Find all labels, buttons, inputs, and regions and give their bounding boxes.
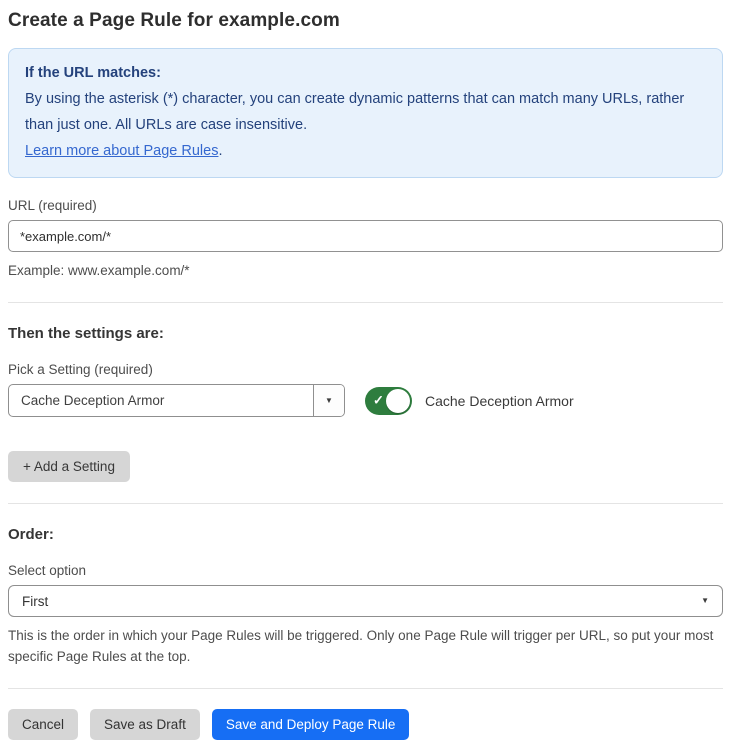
order-select-label: Select option	[8, 563, 723, 578]
url-example-helper: Example: www.example.com/*	[8, 260, 723, 281]
setting-select-arrow-button[interactable]: ▼	[313, 385, 344, 416]
setting-select-value: Cache Deception Armor	[9, 385, 313, 416]
chevron-down-icon: ▼	[701, 597, 709, 605]
info-box-heading: If the URL matches:	[25, 60, 706, 86]
setting-toggle-label: Cache Deception Armor	[425, 393, 574, 409]
divider	[8, 302, 723, 303]
save-and-deploy-button[interactable]: Save and Deploy Page Rule	[212, 709, 410, 740]
pick-setting-label: Pick a Setting (required)	[8, 362, 723, 377]
url-match-info-box: If the URL matches: By using the asteris…	[8, 48, 723, 178]
info-box-body: By using the asterisk (*) character, you…	[25, 86, 706, 164]
divider	[8, 503, 723, 504]
settings-section-heading: Then the settings are:	[8, 325, 723, 342]
setting-select[interactable]: Cache Deception Armor ▼	[8, 384, 345, 417]
order-select[interactable]: First ▼	[8, 585, 723, 617]
url-input[interactable]	[8, 220, 723, 252]
setting-toggle[interactable]: ✓	[365, 387, 412, 415]
learn-more-link[interactable]: Learn more about Page Rules	[25, 143, 218, 159]
create-page-rule-form: Create a Page Rule for example.com If th…	[0, 0, 750, 740]
info-box-body-text: By using the asterisk (*) character, you…	[25, 91, 684, 133]
link-suffix: .	[218, 143, 222, 159]
footer-actions: Cancel Save as Draft Save and Deploy Pag…	[8, 709, 723, 740]
order-section-heading: Order:	[8, 526, 723, 543]
chevron-down-icon: ▼	[325, 397, 333, 405]
check-icon: ✓	[373, 392, 384, 408]
cancel-button[interactable]: Cancel	[8, 709, 78, 740]
order-helper-text: This is the order in which your Page Rul…	[8, 625, 723, 667]
save-as-draft-button[interactable]: Save as Draft	[90, 709, 200, 740]
setting-row: Cache Deception Armor ▼ ✓ Cache Deceptio…	[8, 384, 723, 417]
toggle-knob	[386, 389, 410, 413]
order-select-value: First	[22, 594, 48, 609]
url-field-label: URL (required)	[8, 198, 723, 213]
add-setting-button[interactable]: + Add a Setting	[8, 451, 130, 482]
page-title: Create a Page Rule for example.com	[8, 10, 723, 32]
divider	[8, 688, 723, 689]
